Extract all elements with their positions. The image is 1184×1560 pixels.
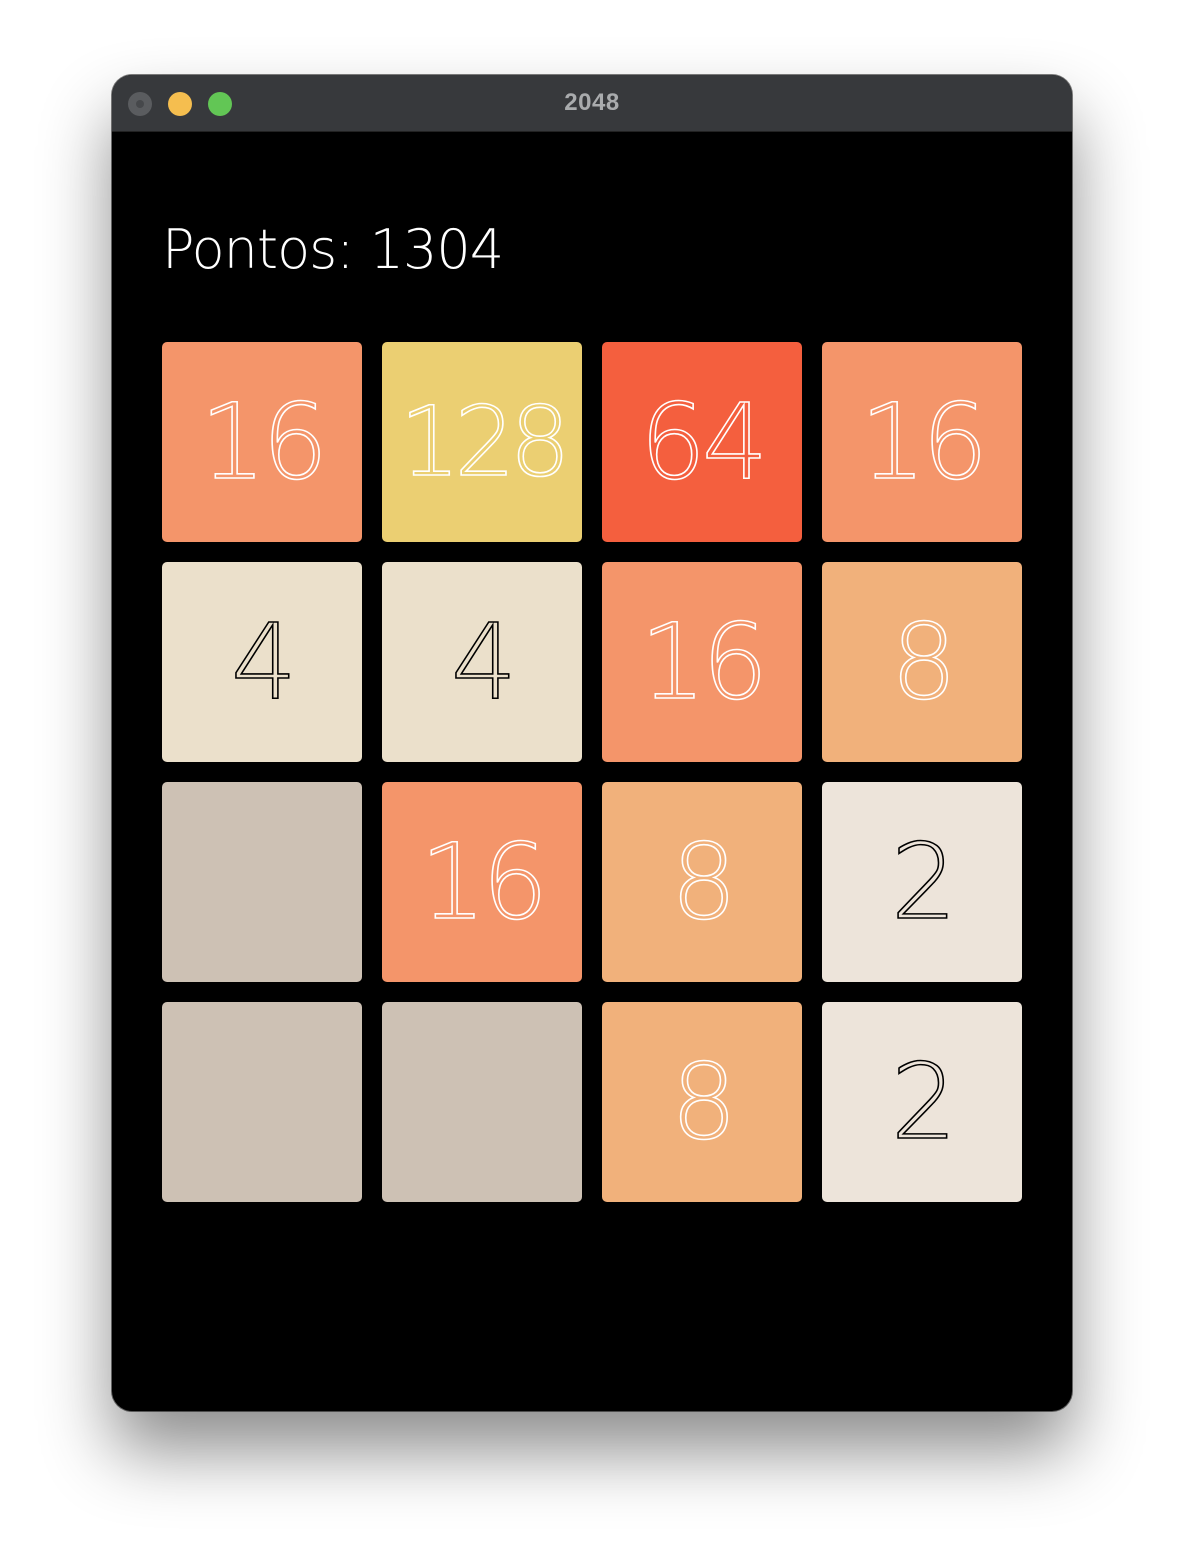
tile-r2-c2: 4 [382,562,582,762]
tile-r2-c4: 8 [822,562,1022,762]
score-label: Pontos: [162,218,354,281]
score-display: Pontos: 1304 [162,215,504,285]
tile-r4-c1 [162,1002,362,1202]
window-title: 2048 [564,89,620,116]
tile-r3-c4: 2 [822,782,1022,982]
game-board[interactable]: 16 128 64 16 4 4 16 8 16 8 2 8 2 [162,342,1022,1202]
tile-r1-c4: 16 [822,342,1022,542]
tile-r3-c3: 8 [602,782,802,982]
tile-r4-c2 [382,1002,582,1202]
title-bar[interactable]: 2048 [112,75,1072,132]
tile-r1-c3: 64 [602,342,802,542]
tile-r1-c1: 16 [162,342,362,542]
tile-r2-c3: 16 [602,562,802,762]
tile-r3-c1 [162,782,362,982]
tile-r3-c2: 16 [382,782,582,982]
tile-r1-c2: 128 [382,342,582,542]
tile-r4-c4: 2 [822,1002,1022,1202]
tile-r4-c3: 8 [602,1002,802,1202]
tile-r2-c1: 4 [162,562,362,762]
score-value: 1304 [369,218,504,281]
game-window: 2048 Pontos: 1304 16 128 64 16 4 4 16 8 … [112,75,1072,1411]
